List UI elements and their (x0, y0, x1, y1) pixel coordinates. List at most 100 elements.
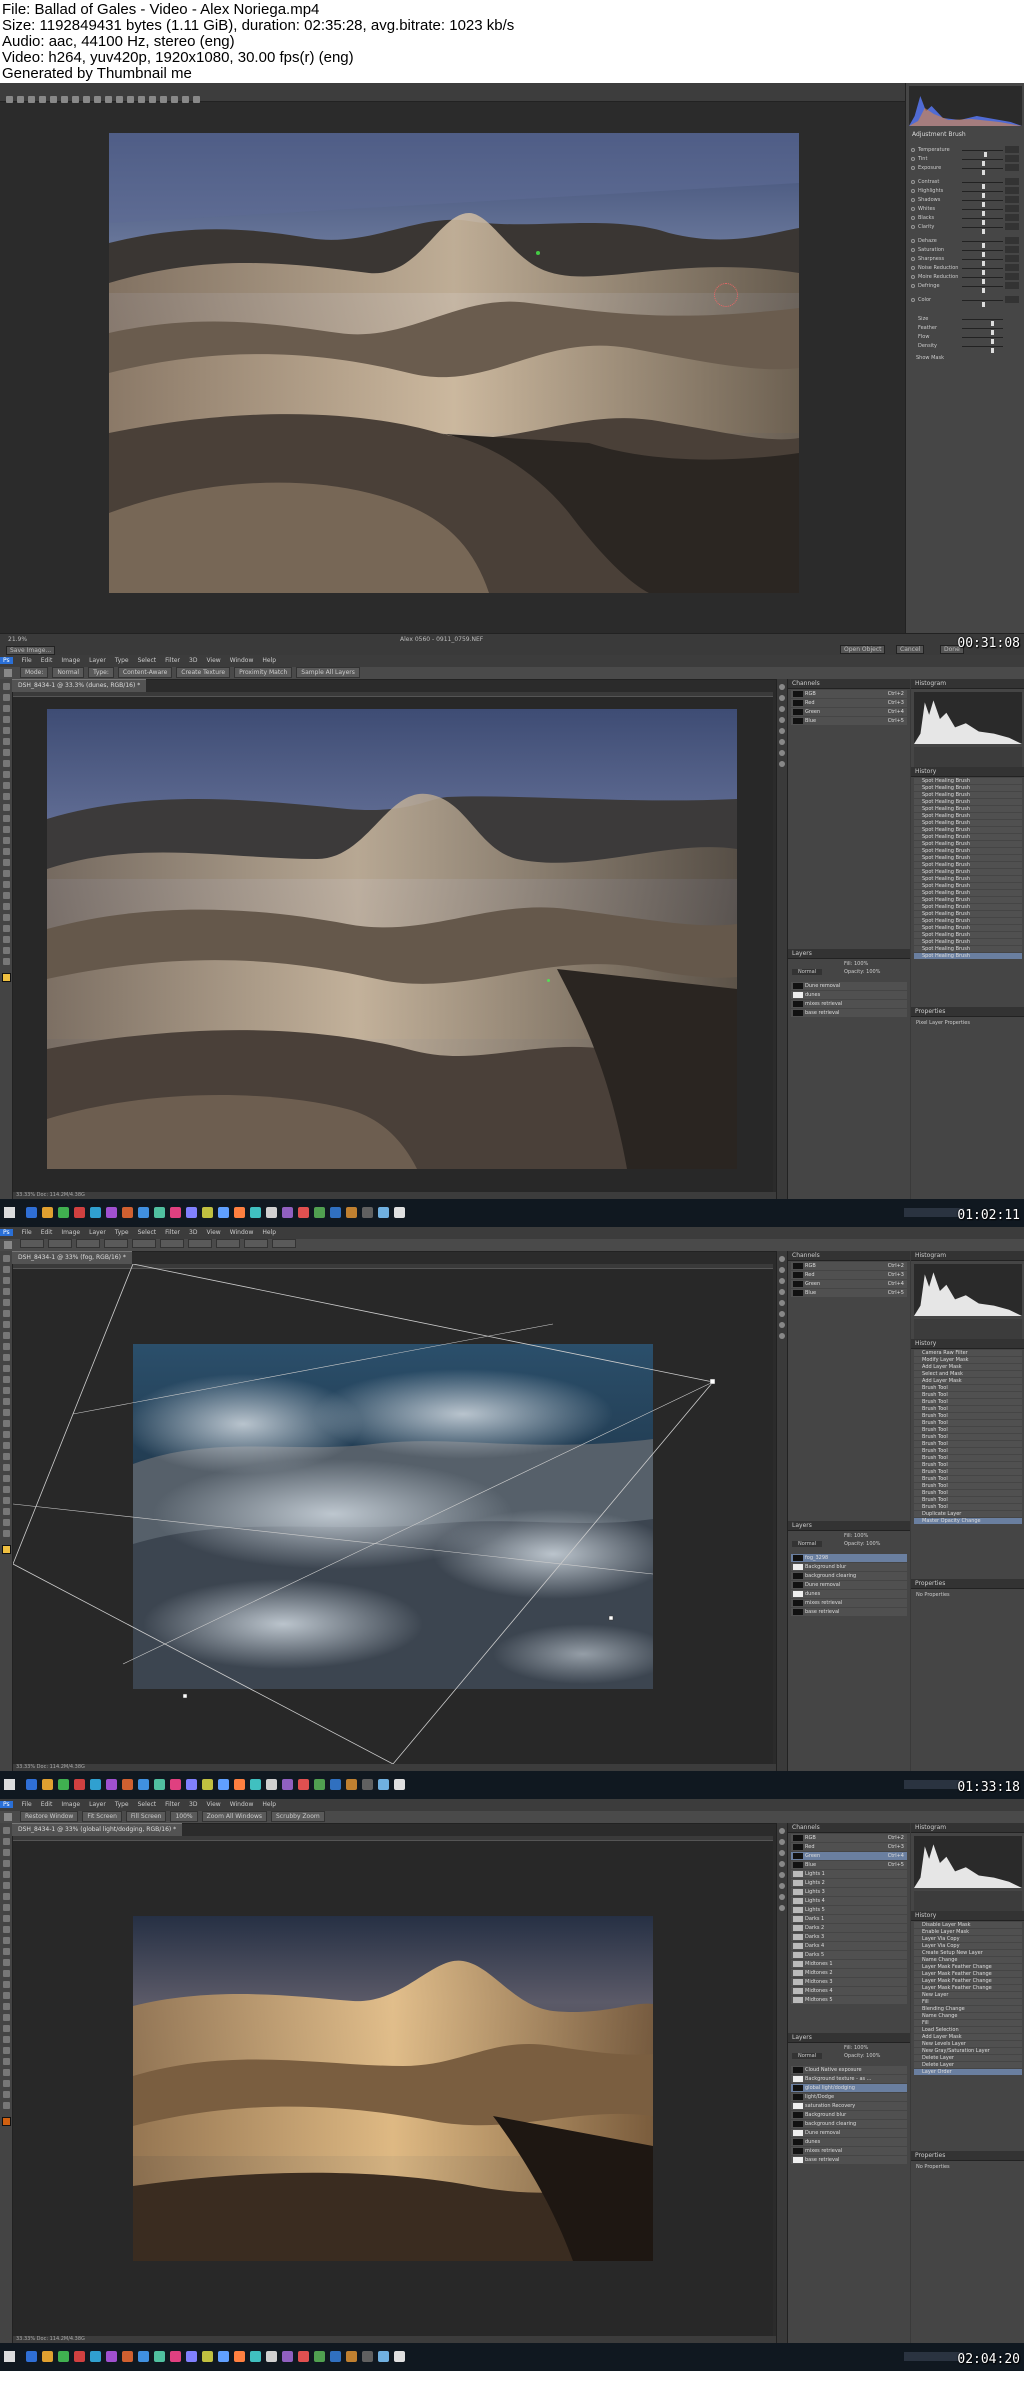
panel-toggle-icon[interactable] (779, 695, 785, 701)
taskbar-app-icon[interactable] (42, 1207, 53, 1218)
properties-panel-title[interactable]: Properties (911, 1579, 1024, 1589)
option-field[interactable] (48, 1239, 72, 1248)
channel-row-blue[interactable]: Blue Ctrl+5 (791, 1861, 907, 1869)
taskbar-app-icon[interactable] (74, 1779, 85, 1790)
taskbar-app-icon[interactable] (138, 1779, 149, 1790)
history-panel-title[interactable]: History (911, 1911, 1024, 1921)
acr-tool-icon[interactable] (72, 96, 79, 103)
tool-icon[interactable] (2, 936, 10, 943)
taskbar-app-icon[interactable] (218, 1779, 229, 1790)
menu-type[interactable]: Type (115, 1229, 129, 1236)
menu-edit[interactable]: Edit (41, 657, 53, 664)
menu-view[interactable]: View (206, 657, 220, 664)
history-state[interactable]: Spot Healing Brush (914, 799, 1022, 805)
history-state[interactable]: Spot Healing Brush (914, 932, 1022, 938)
slider-reset-icon[interactable] (911, 284, 915, 288)
history-state[interactable]: Add Layer Mask (914, 1364, 1022, 1370)
taskbar-app-icon[interactable] (138, 2351, 149, 2362)
acr-tool-icon[interactable] (105, 96, 112, 103)
dune-photo[interactable] (47, 709, 737, 1169)
menu-image[interactable]: Image (61, 1801, 80, 1808)
taskbar-app-icon[interactable] (42, 1779, 53, 1790)
tool-icon[interactable] (2, 1937, 10, 1944)
tool-icon[interactable] (2, 1475, 10, 1482)
history-state[interactable]: Spot Healing Brush (914, 869, 1022, 875)
taskbar-app-icon[interactable] (298, 2351, 309, 2362)
acr-tool-icon[interactable] (193, 96, 200, 103)
taskbar-app-icon[interactable] (122, 2351, 133, 2362)
acr-slider-clarity[interactable]: Clarity (910, 223, 1021, 234)
brush-slider-density[interactable]: Density (910, 342, 1021, 353)
tool-icon[interactable] (2, 1849, 10, 1856)
open-object-button[interactable]: Open Object (840, 645, 886, 654)
show-mask-toggle[interactable]: Show Mask (906, 351, 1024, 365)
alpha-channel-row[interactable]: Midtones 3 (791, 1978, 907, 1986)
tool-icon[interactable] (2, 749, 10, 756)
history-state[interactable]: Brush Tool (914, 1399, 1022, 1405)
opacity-field[interactable]: Opacity: 100% (844, 1541, 880, 1547)
history-state[interactable]: Spot Healing Brush (914, 953, 1022, 959)
slider-value-box[interactable] (1005, 296, 1019, 303)
acr-tool-icon[interactable] (149, 96, 156, 103)
alpha-channel-row[interactable]: Darks 4 (791, 1942, 907, 1950)
fill-field[interactable]: Fill: 100% (844, 961, 868, 967)
history-state[interactable]: Brush Tool (914, 1385, 1022, 1391)
tool-icon[interactable] (2, 1904, 10, 1911)
slider-reset-icon[interactable] (911, 148, 915, 152)
document-tab[interactable]: DSH_8434-1 @ 33% (global light/dodging, … (12, 1823, 183, 1836)
alpha-channel-row[interactable]: Lights 1 (791, 1870, 907, 1878)
taskbar-app-icon[interactable] (186, 1207, 197, 1218)
taskbar-app-icon[interactable] (90, 1207, 101, 1218)
taskbar-app-icon[interactable] (266, 2351, 277, 2362)
brush-slider-feather[interactable]: Feather (910, 324, 1021, 335)
taskbar-app-icon[interactable] (250, 1779, 261, 1790)
tool-icon[interactable] (2, 694, 10, 701)
taskbar-app-icon[interactable] (362, 1207, 373, 1218)
slider-track[interactable] (962, 150, 1003, 157)
taskbar-app-icon[interactable] (314, 1207, 325, 1218)
history-state[interactable]: Select and Mask (914, 1371, 1022, 1377)
panel-toggle-icon[interactable] (779, 1267, 785, 1273)
option-item[interactable]: Type: (88, 667, 114, 678)
option-item[interactable]: Normal (52, 667, 85, 678)
option-field[interactable] (188, 1239, 212, 1248)
menu-window[interactable]: Window (230, 1801, 254, 1808)
tool-icon[interactable] (2, 1343, 10, 1350)
tool-icon[interactable] (2, 2058, 10, 2065)
acr-slider-whites[interactable]: Whites (910, 205, 1021, 216)
tool-icon[interactable] (2, 2091, 10, 2098)
taskbar-app-icon[interactable] (202, 1207, 213, 1218)
menu-select[interactable]: Select (138, 1801, 157, 1808)
slider-reset-icon[interactable] (911, 180, 915, 184)
tool-icon[interactable] (2, 1838, 10, 1845)
fog-layer-photo[interactable] (133, 1344, 653, 1689)
panel-toggle-icon[interactable] (779, 717, 785, 723)
histogram-panel-title[interactable]: Histogram (911, 1823, 1024, 1833)
acr-tool-icon[interactable] (160, 96, 167, 103)
panel-toggle-icon[interactable] (779, 1905, 785, 1911)
taskbar-app-icon[interactable] (234, 1207, 245, 1218)
option-item[interactable]: Fill Screen (125, 1811, 167, 1822)
history-state[interactable]: Layer Order (914, 2069, 1022, 2075)
menu-edit[interactable]: Edit (41, 1229, 53, 1236)
tool-icon[interactable] (2, 1365, 10, 1372)
tool-icon[interactable] (2, 1354, 10, 1361)
slider-reset-icon[interactable] (911, 207, 915, 211)
option-field[interactable] (244, 1239, 268, 1248)
slider-reset-icon[interactable] (911, 275, 915, 279)
slider-reset-icon[interactable] (911, 298, 915, 302)
alpha-channel-row[interactable]: Darks 5 (791, 1951, 907, 1959)
tool-icon[interactable] (2, 782, 10, 789)
layer-row[interactable]: dunes (791, 1590, 907, 1598)
channel-row-rgb[interactable]: RGB Ctrl+2 (791, 1834, 907, 1842)
taskbar-app-icon[interactable] (298, 1207, 309, 1218)
taskbar-app-icon[interactable] (90, 1779, 101, 1790)
tool-icon[interactable] (2, 2102, 10, 2109)
taskbar-app-icon[interactable] (298, 1779, 309, 1790)
history-state[interactable]: Brush Tool (914, 1462, 1022, 1468)
history-state[interactable]: New Layer (914, 1992, 1022, 1998)
slider-value-box[interactable] (1005, 282, 1019, 289)
menu-file[interactable]: File (22, 1229, 32, 1236)
acr-tool-icon[interactable] (116, 96, 123, 103)
acr-slider-contrast[interactable]: Contrast (910, 178, 1021, 189)
